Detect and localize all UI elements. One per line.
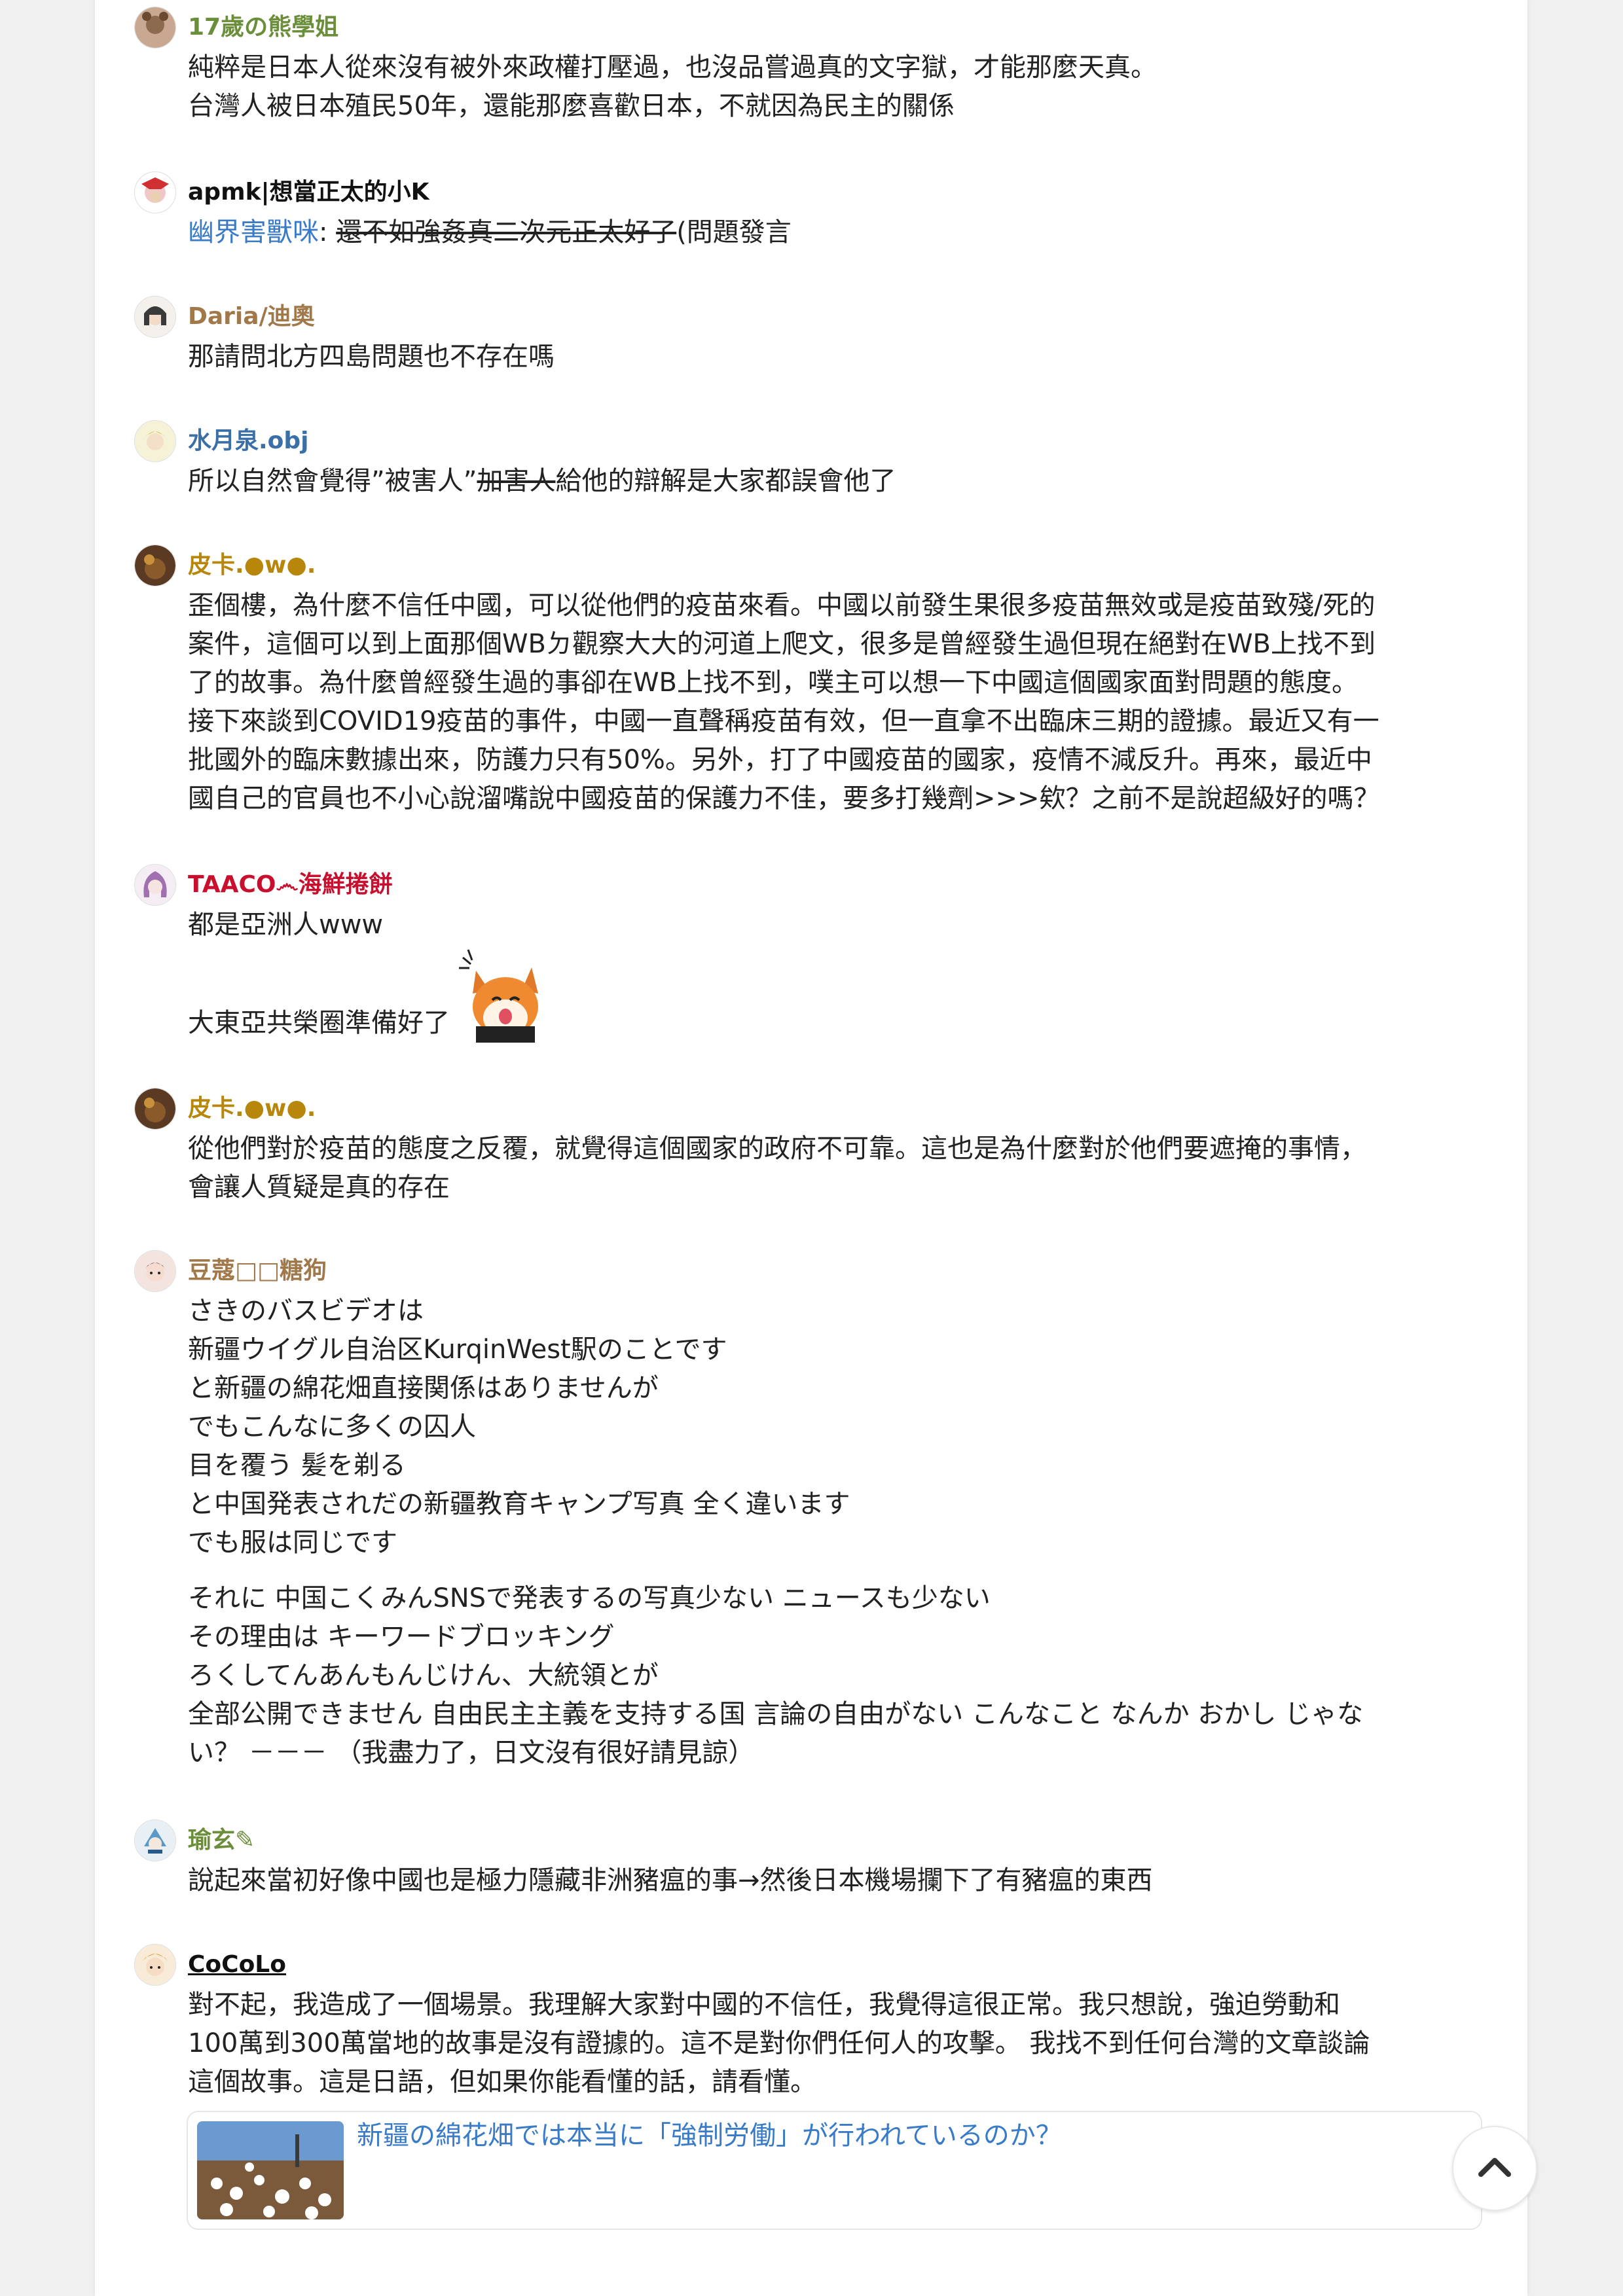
comment-body: 從他們對於疫苗的態度之反覆，就覺得這個國家的政府不可靠。這也是為什麼對於他們要遮…	[188, 1130, 1496, 1207]
comment-line: 純粹是日本人從來沒有被外來政權打壓過，也沒品嘗過真的文字獄，才能那麼天真。	[188, 52, 1157, 82]
comment-line: ろくしてんあんもんじけん、大統領とが	[188, 1660, 659, 1691]
plurk-response-panel: 17歲の熊學姐 純粹是日本人從來沒有被外來政權打壓過，也沒品嘗過真的文字獄，才能…	[95, 0, 1527, 2296]
comment-author[interactable]: 17歲の熊學姐	[188, 12, 338, 43]
comment-5: 皮卡.●w●. 歪個樓，為什麼不信任中國，可以從他們的疫苗來看。中國以前發生果很…	[134, 545, 1496, 818]
comment-line: 會讓人質疑是真的存在	[188, 1172, 450, 1202]
struck-text: 加害人	[477, 466, 556, 496]
comment-line: と新疆の綿花畑直接関係はありませんが	[188, 1373, 659, 1403]
comment-line: 台灣人被日本殖民50年，還能那麼喜歡日本，不就因為民主的關係	[188, 91, 955, 121]
mention-separator: :	[319, 217, 328, 247]
comment-line: 接下來談到COVID19疫苗的事件，中國一直聲稱疫苗有效，但一直拿不出臨床三期的…	[188, 706, 1379, 736]
comment-line: 全部公開できません 自由民主主義を支持する国 言論の自由がない こんなこと なん…	[188, 1699, 1364, 1729]
comment-author[interactable]: 瑜玄✎	[188, 1825, 255, 1856]
comment-author[interactable]: TAACO෴海鮮捲餅	[188, 869, 393, 901]
comment-line: 從他們對於疫苗的態度之反覆，就覺得這個國家的政府不可靠。這也是為什麼對於他們要遮…	[188, 1134, 1366, 1164]
avatar[interactable]	[134, 420, 176, 462]
comment-author[interactable]: 皮卡.●w●.	[188, 1093, 316, 1124]
comment-line: 對不起，我造成了一個場景。我理解大家對中國的不信任，我覺得這很正常。我只想說，強…	[188, 1990, 1340, 2020]
comment-text: 所以自然會覺得”被害人”	[188, 466, 477, 496]
avatar[interactable]	[134, 1250, 176, 1292]
avatar[interactable]	[134, 296, 176, 338]
comment-author[interactable]: apmk|想當正太的小K	[188, 177, 429, 208]
comment-author[interactable]: 水月泉.obj	[188, 425, 309, 457]
comment-line: 了的故事。為什麼曾經發生過的事卻在WB上找不到，噗主可以想一下中國這個國家面對問…	[188, 668, 1358, 698]
comment-7: 皮卡.●w●. 從他們對於疫苗的態度之反覆，就覺得這個國家的政府不可靠。這也是為…	[134, 1088, 1496, 1207]
comment-author[interactable]: 皮卡.●w●.	[188, 550, 316, 581]
comment-line: でもこんなに多くの囚人	[188, 1412, 476, 1442]
comment-line: それに 中国こくみんSNSで発表するの写真少ない ニュースも少ない	[188, 1583, 991, 1613]
cotton-field-thumbnail	[197, 2121, 344, 2219]
comment-line: 幽界害獸咪: 還不如強姦真二次元正太好了(問題發言	[188, 213, 1496, 252]
comment-line: 大東亞共榮圈準備好了	[188, 944, 1496, 1043]
comment-body: 都是亞洲人www 大東亞共榮圈準備好了	[188, 906, 1496, 1043]
comment-line: 都是亞洲人www	[188, 910, 384, 940]
comment-body: 歪個樓，為什麼不信任中國，可以從他們的疫苗來看。中國以前發生果很多疫苗無效或是疫…	[188, 586, 1496, 818]
comment-2: apmk|想當正太的小K 幽界害獸咪: 還不如強姦真二次元正太好了(問題發言	[134, 171, 1496, 252]
comment-line: と中国発表されだの新疆教育キャンプ写真 全く違います	[188, 1489, 850, 1519]
fox-sticker-icon	[459, 949, 538, 1043]
scroll-to-top-button[interactable]	[1452, 2126, 1537, 2211]
comment-8: 豆蔻□□糖狗 さきのバスビデオは 新疆ウイグル自治区KurqinWest駅のこと…	[134, 1250, 1496, 1772]
comment-line: 那請問北方四島問題也不存在嗎	[188, 342, 555, 372]
struck-text: 還不如強姦真二次元正太好了	[336, 217, 677, 247]
comment-body: 那請問北方四島問題也不存在嗎	[188, 338, 1496, 376]
comment-body: 所以自然會覺得”被害人”加害人給他的辯解是大家都誤會他了	[188, 462, 1496, 501]
comment-text: 給他的辯解是大家都誤會他了	[555, 466, 896, 496]
comment-body: さきのバスビデオは 新疆ウイグル自治区KurqinWest駅のことです と新疆の…	[188, 1292, 1496, 1772]
comment-1: 17歲の熊學姐 純粹是日本人從來沒有被外來政權打壓過，也沒品嘗過真的文字獄，才能…	[134, 7, 1496, 126]
avatar[interactable]	[134, 1088, 176, 1130]
comment-line: 這個故事。這是日語，但如果你能看懂的話，請看懂。	[188, 2067, 816, 2097]
comment-line: い？ －－－ （我盡力了，日文沒有很好請見諒）	[188, 1738, 755, 1768]
comment-text: 大東亞共榮圈準備好了	[188, 1008, 450, 1038]
link-preview-card[interactable]: 新疆の綿花畑では本当に「強制労働」が行われているのか？	[187, 2111, 1482, 2230]
comment-line: 說起來當初好像中國也是極力隱藏非洲豬瘟的事→然後日本機場攔下了有豬瘟的東西	[188, 1865, 1153, 1895]
link-title[interactable]: 新疆の綿花畑では本当に「強制労働」が行われているのか？	[357, 2117, 1062, 2154]
mention-link[interactable]: 幽界害獸咪	[188, 217, 319, 247]
comment-author[interactable]: CoCoLo	[188, 1949, 286, 1981]
comment-line: 所以自然會覺得”被害人”加害人給他的辯解是大家都誤會他了	[188, 462, 1496, 501]
comment-6: TAACO෴海鮮捲餅 都是亞洲人www 大東亞共榮圈準備好了	[134, 864, 1496, 1043]
comment-3: Daria/迪奧 那請問北方四島問題也不存在嗎	[134, 296, 1496, 376]
comment-line: 歪個樓，為什麼不信任中國，可以從他們的疫苗來看。中國以前發生果很多疫苗無效或是疫…	[188, 590, 1376, 620]
avatar[interactable]	[134, 1820, 176, 1861]
comment-body: 幽界害獸咪: 還不如強姦真二次元正太好了(問題發言	[188, 213, 1496, 252]
comment-4: 水月泉.obj 所以自然會覺得”被害人”加害人給他的辯解是大家都誤會他了	[134, 420, 1496, 501]
comment-author[interactable]: Daria/迪奧	[188, 301, 315, 332]
comment-line: 新疆ウイグル自治区KurqinWest駅のことです	[188, 1335, 727, 1365]
comment-body: 對不起，我造成了一個場景。我理解大家對中國的不信任，我覺得這很正常。我只想說，強…	[188, 1986, 1496, 2102]
comment-line: さきのバスビデオは	[188, 1296, 424, 1326]
comment-line: 目を覆う 髪を剃る	[188, 1450, 406, 1480]
avatar[interactable]	[134, 7, 176, 48]
comment-text: (問題發言	[676, 217, 792, 247]
avatar[interactable]	[134, 545, 176, 586]
comment-line: 國自己的官員也不小心說溜嘴說中國疫苗的保護力不佳，要多打幾劑>>>欸？之前不是說…	[188, 783, 1380, 814]
avatar[interactable]	[134, 1944, 176, 1986]
chevron-up-icon	[1478, 2158, 1511, 2177]
comment-body: 純粹是日本人從來沒有被外來政權打壓過，也沒品嘗過真的文字獄，才能那麼天真。 台灣…	[188, 48, 1496, 126]
comment-line: でも服は同じです	[188, 1528, 397, 1558]
comment-10: CoCoLo 對不起，我造成了一個場景。我理解大家對中國的不信任，我覺得這很正常…	[134, 1944, 1496, 2102]
avatar[interactable]	[134, 864, 176, 906]
comment-author[interactable]: 豆蔻□□糖狗	[188, 1255, 327, 1287]
comment-line: 案件，這個可以到上面那個WBㄉ觀察大大的河道上爬文，很多是曾經發生過但現在絕對在…	[188, 629, 1376, 659]
avatar[interactable]	[134, 171, 176, 213]
comment-body: 說起來當初好像中國也是極力隱藏非洲豬瘟的事→然後日本機場攔下了有豬瘟的東西	[188, 1861, 1496, 1900]
comment-9: 瑜玄✎ 說起來當初好像中國也是極力隱藏非洲豬瘟的事→然後日本機場攔下了有豬瘟的東…	[134, 1820, 1496, 1900]
comment-line: 批國外的臨床數據出來，防護力只有50%。另外，打了中國疫苗的國家，疫情不減反升。…	[188, 745, 1372, 775]
comment-line: 100萬到300萬當地的故事是沒有證據的。這不是對你們任何人的攻擊。 我找不到任…	[188, 2028, 1370, 2058]
comment-line: その理由は キーワードブロッキング	[188, 1622, 615, 1652]
